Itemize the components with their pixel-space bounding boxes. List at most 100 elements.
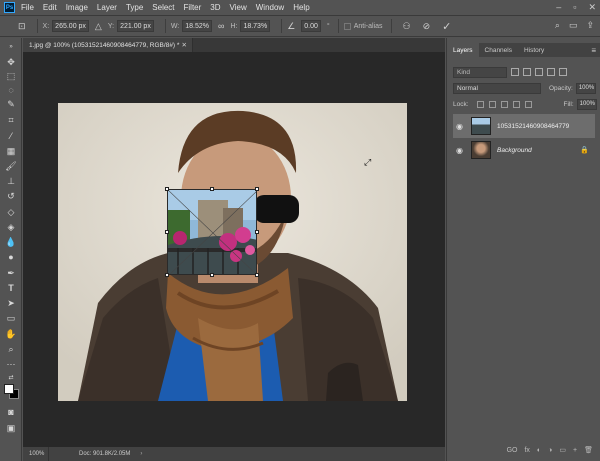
- kind-filter-select[interactable]: Kind: [453, 66, 507, 78]
- dodge-tool-icon[interactable]: ●: [5, 251, 17, 263]
- lock-image-icon[interactable]: [488, 100, 496, 108]
- pixel-filter-icon[interactable]: [511, 68, 519, 76]
- placed-layer-image[interactable]: [167, 189, 257, 275]
- swap-colors-icon[interactable]: ⇄: [5, 371, 17, 383]
- menu-layer[interactable]: Layer: [97, 3, 117, 12]
- eyedropper-tool-icon[interactable]: ⁄: [5, 130, 17, 142]
- crop-tool-icon[interactable]: ⌗: [5, 114, 17, 126]
- tab-history[interactable]: History: [518, 43, 550, 57]
- layer-style-icon[interactable]: fx: [524, 447, 529, 454]
- opacity-field[interactable]: 100%: [575, 82, 596, 94]
- warp-icon[interactable]: ⚇: [403, 21, 411, 32]
- layer-name[interactable]: 10531521460908464779: [497, 123, 569, 130]
- menu-file[interactable]: File: [21, 3, 34, 12]
- x-position-field[interactable]: 265.00 px: [52, 20, 89, 32]
- foreground-color-swatch[interactable]: [4, 384, 14, 394]
- healing-tool-icon[interactable]: ▦: [5, 145, 17, 157]
- menu-help[interactable]: Help: [293, 3, 309, 12]
- menu-3d[interactable]: 3D: [210, 3, 220, 12]
- smart-object-filter-icon[interactable]: [559, 68, 567, 76]
- lock-all-icon[interactable]: [524, 100, 532, 108]
- cancel-transform-icon[interactable]: ⊘: [423, 21, 431, 32]
- close-window-icon[interactable]: ✕: [588, 2, 596, 13]
- antialias-checkbox[interactable]: [343, 22, 351, 30]
- type-tool-icon[interactable]: T: [5, 282, 17, 294]
- adjustment-filter-icon[interactable]: [523, 68, 531, 76]
- fill-value: 100%: [579, 101, 596, 107]
- transform-handle-bottom-left[interactable]: [165, 273, 169, 277]
- marquee-tool-icon[interactable]: ⬚: [5, 70, 17, 82]
- stamp-tool-icon[interactable]: ⊥: [5, 175, 17, 187]
- move-tool-icon[interactable]: ✥: [5, 56, 17, 68]
- link-layers-icon[interactable]: GO: [507, 447, 518, 454]
- menu-edit[interactable]: Edit: [43, 3, 57, 12]
- zoom-tool-icon[interactable]: ⌕: [5, 343, 17, 355]
- lock-position-icon[interactable]: [500, 100, 508, 108]
- pen-tool-icon[interactable]: ✒: [5, 267, 17, 279]
- lock-transparent-icon[interactable]: [476, 100, 484, 108]
- rectangle-tool-icon[interactable]: ▭: [5, 312, 17, 324]
- adjustment-layer-icon[interactable]: ◑: [548, 447, 552, 454]
- transform-handle-left[interactable]: [165, 230, 169, 234]
- new-group-icon[interactable]: ▭: [559, 446, 566, 454]
- collapse-icon[interactable]: »: [5, 41, 17, 53]
- new-layer-icon[interactable]: +: [573, 447, 577, 454]
- paint-bucket-tool-icon[interactable]: ◈: [5, 221, 17, 233]
- blend-mode-select[interactable]: Normal: [453, 82, 541, 94]
- transform-handle-bottom-right[interactable]: [255, 273, 259, 277]
- visibility-eye-icon[interactable]: ◉: [456, 122, 466, 131]
- transform-handle-top-right[interactable]: [255, 187, 259, 191]
- transform-handle-right[interactable]: [255, 230, 259, 234]
- lock-artboard-icon[interactable]: [512, 100, 520, 108]
- hand-tool-icon[interactable]: ✋: [5, 328, 17, 340]
- transform-handle-top-left[interactable]: [165, 187, 169, 191]
- triangle-icon[interactable]: △: [95, 21, 102, 32]
- menu-type[interactable]: Type: [126, 3, 143, 12]
- link-icon[interactable]: ∞: [218, 21, 224, 31]
- lasso-tool-icon[interactable]: ◌: [5, 84, 17, 96]
- menu-filter[interactable]: Filter: [184, 3, 202, 12]
- layer-row[interactable]: ◉ Background 🔒: [453, 138, 595, 162]
- angle-field[interactable]: 0.00: [301, 20, 321, 32]
- menu-window[interactable]: Window: [256, 3, 284, 12]
- workspace-icon[interactable]: ▭: [569, 20, 578, 31]
- panel-menu-icon[interactable]: ≡: [591, 46, 596, 55]
- blur-tool-icon[interactable]: 💧: [5, 236, 17, 248]
- layer-mask-icon[interactable]: ◐: [537, 447, 541, 454]
- type-filter-icon[interactable]: [535, 68, 543, 76]
- history-brush-tool-icon[interactable]: ↺: [5, 190, 17, 202]
- menu-view[interactable]: View: [230, 3, 247, 12]
- layer-name[interactable]: Background: [497, 147, 532, 154]
- quick-mask-icon[interactable]: ◙: [5, 406, 17, 418]
- maximize-icon[interactable]: ▫: [573, 2, 576, 13]
- tab-channels[interactable]: Channels: [479, 43, 518, 57]
- close-tab-icon[interactable]: ✕: [182, 41, 187, 49]
- search-icon[interactable]: ⌕: [555, 20, 560, 31]
- transform-handle-bottom[interactable]: [210, 273, 214, 277]
- menu-select[interactable]: Select: [152, 3, 174, 12]
- share-icon[interactable]: ⇪: [586, 20, 594, 31]
- y-position-field[interactable]: 221.00 px: [117, 20, 154, 32]
- minimize-icon[interactable]: –: [556, 2, 561, 13]
- shape-filter-icon[interactable]: [547, 68, 555, 76]
- fill-field[interactable]: 100%: [576, 98, 597, 110]
- transform-handle-top[interactable]: [210, 187, 214, 191]
- menu-image[interactable]: Image: [66, 3, 88, 12]
- document-tab[interactable]: 1.jpg @ 100% (10531521460908464779, RGB/…: [23, 38, 193, 52]
- reference-point-icon[interactable]: ⊡: [18, 21, 26, 32]
- layer-row[interactable]: ◉ 10531521460908464779: [453, 114, 595, 138]
- width-field[interactable]: 18.52%: [182, 20, 213, 32]
- zoom-level[interactable]: 100%: [23, 447, 49, 461]
- eraser-tool-icon[interactable]: ◇: [5, 206, 17, 218]
- status-menu-icon[interactable]: ›: [140, 451, 142, 457]
- delete-layer-icon[interactable]: 🗑: [584, 446, 593, 454]
- quick-select-tool-icon[interactable]: ✎: [5, 98, 17, 110]
- more-tools-icon[interactable]: ⋯: [5, 358, 17, 370]
- tab-layers[interactable]: Layers: [447, 43, 479, 57]
- screen-mode-icon[interactable]: ▣: [5, 422, 17, 434]
- height-field[interactable]: 18.73%: [240, 20, 271, 32]
- brush-tool-icon[interactable]: 🖌: [5, 160, 17, 172]
- commit-transform-icon[interactable]: ✓: [442, 20, 451, 33]
- path-select-tool-icon[interactable]: ➤: [5, 297, 17, 309]
- visibility-eye-icon[interactable]: ◉: [456, 146, 466, 155]
